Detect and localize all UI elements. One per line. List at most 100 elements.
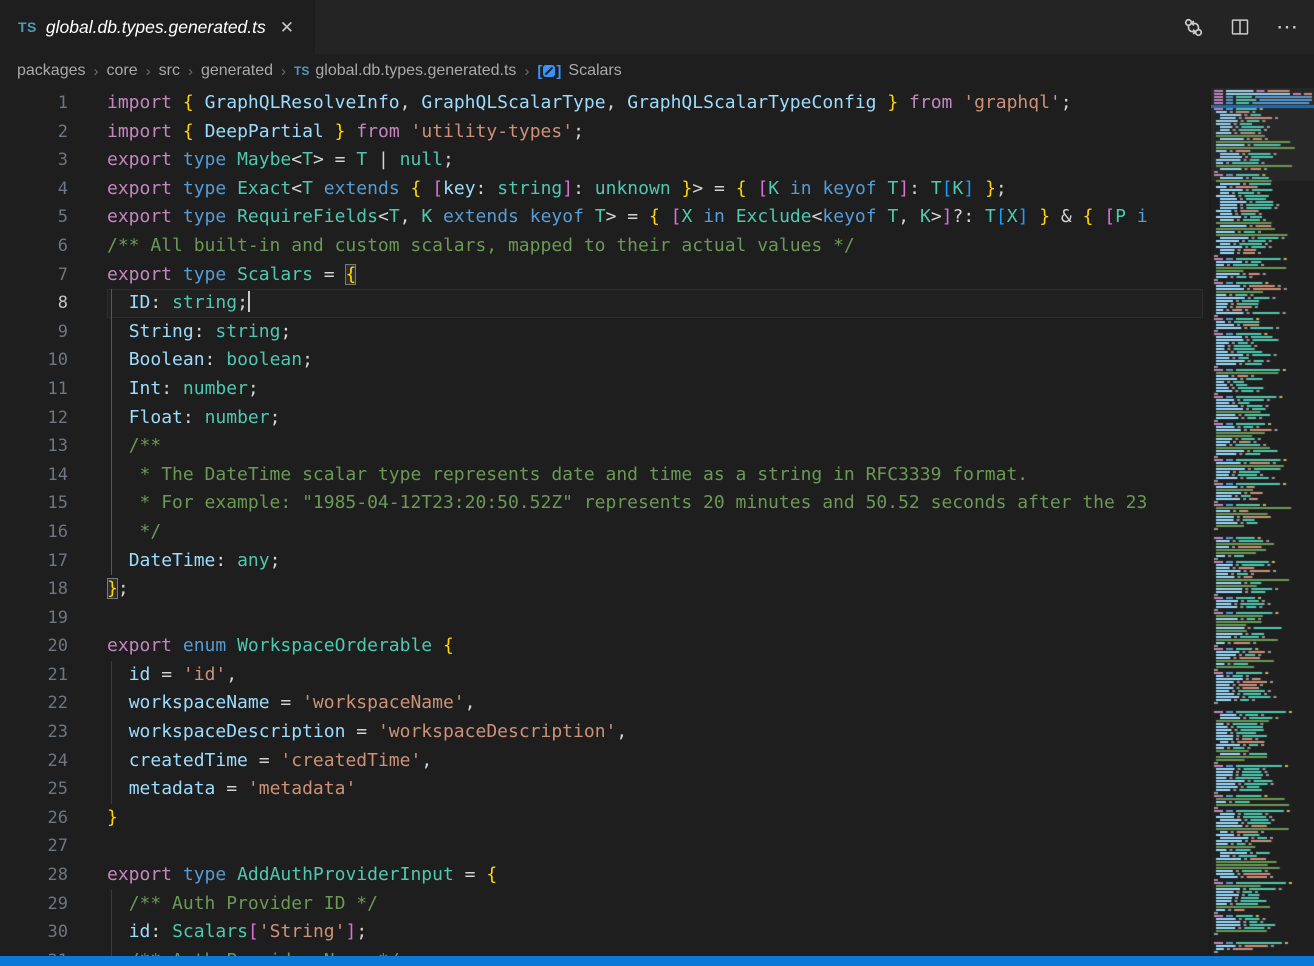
- code-token: [172, 178, 183, 199]
- indent-guide: [111, 718, 112, 747]
- code-token: <: [291, 149, 302, 170]
- code-line[interactable]: 27: [0, 832, 1203, 861]
- code-line[interactable]: 14 * The DateTime scalar type represents…: [0, 461, 1203, 490]
- editor-tab[interactable]: TS global.db.types.generated.ts ✕: [0, 0, 315, 54]
- gutter-line-number[interactable]: 12: [0, 404, 107, 433]
- gutter-line-number[interactable]: 28: [0, 861, 107, 890]
- code-token: DeepPartial: [205, 121, 324, 142]
- code-line[interactable]: 25 metadata = 'metadata': [0, 775, 1203, 804]
- gutter-line-number[interactable]: 19: [0, 604, 107, 633]
- more-actions-icon[interactable]: ⋯: [1276, 23, 1300, 32]
- code-token: T: [356, 149, 367, 170]
- split-editor-icon[interactable]: [1230, 17, 1250, 37]
- code-line[interactable]: 7export type Scalars = {: [0, 261, 1203, 290]
- minimap[interactable]: [1211, 88, 1314, 956]
- gutter-line-number[interactable]: 1: [0, 89, 107, 118]
- code-line[interactable]: 31 /** Auth Provider Name */: [0, 947, 1203, 956]
- code-token: =: [313, 264, 346, 285]
- code-token: /** All built-in and custom scalars, map…: [107, 235, 855, 256]
- gutter-line-number[interactable]: 24: [0, 747, 107, 776]
- breadcrumb-item-packages[interactable]: packages: [17, 62, 86, 80]
- code-line[interactable]: 15 * For example: "1985-04-12T23:20:50.5…: [0, 489, 1203, 518]
- gutter-line-number[interactable]: 25: [0, 775, 107, 804]
- gutter-line-number[interactable]: 11: [0, 375, 107, 404]
- code-token: id: [129, 664, 151, 685]
- code-token: {: [345, 264, 356, 285]
- code-line[interactable]: 3export type Maybe<T> = T | null;: [0, 146, 1203, 175]
- code-token: GraphQLScalarTypeConfig: [627, 92, 876, 113]
- code-token: ;: [270, 407, 281, 428]
- code-content: ID: string;: [107, 289, 1203, 318]
- code-content: export type AddAuthProviderInput = {: [107, 861, 1203, 890]
- gutter-line-number[interactable]: 31: [0, 947, 107, 956]
- code-line[interactable]: 19: [0, 604, 1203, 633]
- code-line[interactable]: 2import { DeepPartial } from 'utility-ty…: [0, 118, 1203, 147]
- gutter-line-number[interactable]: 7: [0, 261, 107, 290]
- code-token: ,: [421, 750, 432, 771]
- gutter-line-number[interactable]: 10: [0, 346, 107, 375]
- code-token: number: [205, 407, 270, 428]
- code-line[interactable]: 6/** All built-in and custom scalars, ma…: [0, 232, 1203, 261]
- gutter-line-number[interactable]: 6: [0, 232, 107, 261]
- code-line[interactable]: 24 createdTime = 'createdTime',: [0, 747, 1203, 776]
- code-token: 'id': [183, 664, 226, 685]
- gutter-line-number[interactable]: 26: [0, 804, 107, 833]
- gutter-line-number[interactable]: 9: [0, 318, 107, 347]
- code-token: [898, 92, 909, 113]
- indent-guide: [111, 289, 112, 318]
- gutter-line-number[interactable]: 3: [0, 146, 107, 175]
- code-token: i: [1137, 206, 1148, 227]
- gutter-line-number[interactable]: 16: [0, 518, 107, 547]
- code-line[interactable]: 10 Boolean: boolean;: [0, 346, 1203, 375]
- open-changes-icon[interactable]: [1183, 17, 1204, 38]
- breadcrumb-item-generated[interactable]: generated: [201, 62, 273, 80]
- close-icon[interactable]: ✕: [280, 19, 294, 36]
- gutter-line-number[interactable]: 27: [0, 832, 107, 861]
- gutter-line-number[interactable]: 29: [0, 890, 107, 919]
- gutter-line-number[interactable]: 14: [0, 461, 107, 490]
- code-line[interactable]: 26}: [0, 804, 1203, 833]
- code-content: [107, 832, 1203, 861]
- code-line[interactable]: 11 Int: number;: [0, 375, 1203, 404]
- gutter-line-number[interactable]: 18: [0, 575, 107, 604]
- gutter-line-number[interactable]: 17: [0, 547, 107, 576]
- code-line[interactable]: 17 DateTime: any;: [0, 547, 1203, 576]
- code-line[interactable]: 16 */: [0, 518, 1203, 547]
- gutter-line-number[interactable]: 13: [0, 432, 107, 461]
- code-line[interactable]: 13 /**: [0, 432, 1203, 461]
- gutter-line-number[interactable]: 2: [0, 118, 107, 147]
- code-token: [226, 149, 237, 170]
- code-line[interactable]: 29 /** Auth Provider ID */: [0, 890, 1203, 919]
- code-line[interactable]: 5export type RequireFields<T, K extends …: [0, 203, 1203, 232]
- code-token: metadata: [129, 778, 216, 799]
- gutter-line-number[interactable]: 20: [0, 632, 107, 661]
- code-line[interactable]: 9 String: string;: [0, 318, 1203, 347]
- code-line[interactable]: 20export enum WorkspaceOrderable {: [0, 632, 1203, 661]
- code-token: [313, 178, 324, 199]
- gutter-line-number[interactable]: 23: [0, 718, 107, 747]
- code-content: /** Auth Provider ID */: [107, 890, 1203, 919]
- code-token: K: [953, 178, 964, 199]
- code-line[interactable]: 1import { GraphQLResolveInfo, GraphQLSca…: [0, 89, 1203, 118]
- code-line[interactable]: 23 workspaceDescription = 'workspaceDesc…: [0, 718, 1203, 747]
- code-line[interactable]: 12 Float: number;: [0, 404, 1203, 433]
- code-line[interactable]: 18};: [0, 575, 1203, 604]
- breadcrumb-symbol-name[interactable]: Scalars: [568, 62, 621, 80]
- code-line[interactable]: 8 ID: string;: [0, 289, 1203, 318]
- breadcrumb-item-src[interactable]: src: [159, 62, 180, 80]
- gutter-line-number[interactable]: 15: [0, 489, 107, 518]
- gutter-line-number[interactable]: 4: [0, 175, 107, 204]
- gutter-line-number[interactable]: 30: [0, 918, 107, 947]
- gutter-line-number[interactable]: 22: [0, 689, 107, 718]
- code-line[interactable]: 4export type Exact<T extends { [key: str…: [0, 175, 1203, 204]
- breadcrumb-item-core[interactable]: core: [107, 62, 138, 80]
- code-line[interactable]: 22 workspaceName = 'workspaceName',: [0, 689, 1203, 718]
- gutter-line-number[interactable]: 8: [0, 289, 107, 318]
- code-line[interactable]: 30 id: Scalars['String'];: [0, 918, 1203, 947]
- code-line[interactable]: 21 id = 'id',: [0, 661, 1203, 690]
- gutter-line-number[interactable]: 21: [0, 661, 107, 690]
- breadcrumb-file-name[interactable]: global.db.types.generated.ts: [315, 62, 516, 80]
- code-line[interactable]: 28export type AddAuthProviderInput = {: [0, 861, 1203, 890]
- code-token: {: [736, 178, 747, 199]
- gutter-line-number[interactable]: 5: [0, 203, 107, 232]
